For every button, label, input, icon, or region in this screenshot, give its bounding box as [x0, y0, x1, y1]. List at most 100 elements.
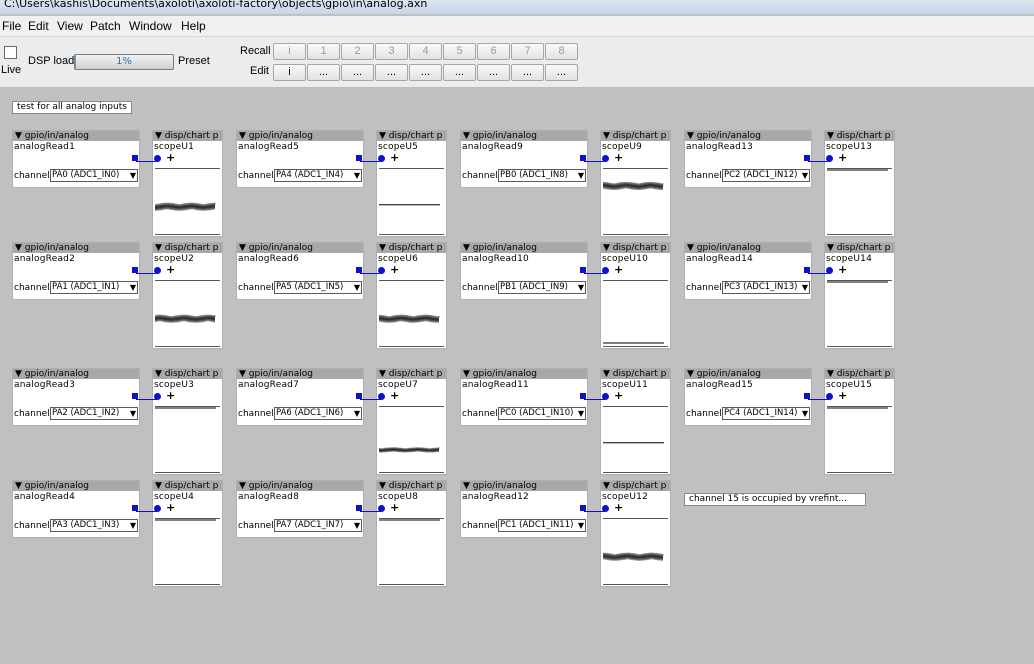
channel-dropdown[interactable]: PC3 (ADC1_IN13) ▼ — [722, 281, 810, 294]
object-type-header[interactable]: ▼ disp/chart p — [153, 481, 222, 491]
comment-channel15[interactable]: channel 15 is occupied by vrefint... — [684, 493, 866, 506]
analog-object[interactable]: ▼ gpio/in/analog analogRead10 channel PB1 (… — [460, 242, 588, 300]
scope-object[interactable]: ▼ disp/chart p scopeU7 + — [376, 368, 447, 475]
patch-wire[interactable] — [136, 511, 158, 512]
analog-object[interactable]: ▼ gpio/in/analog analogRead1 channel PA0 (A… — [12, 130, 140, 188]
menu-window[interactable]: Window — [129, 19, 172, 33]
analog-object[interactable]: ▼ gpio/in/analog analogRead5 channel PA4 (A… — [236, 130, 364, 188]
object-instance-name[interactable]: analogRead3 — [14, 380, 75, 390]
object-instance-name[interactable]: analogRead5 — [238, 142, 299, 152]
object-instance-name[interactable]: analogRead14 — [686, 254, 753, 264]
object-type-header[interactable]: ▼ gpio/in/analog — [237, 131, 363, 141]
object-instance-name[interactable]: analogRead7 — [238, 380, 299, 390]
edit-button-0[interactable]: i — [273, 64, 306, 81]
object-type-header[interactable]: ▼ disp/chart p — [377, 243, 446, 253]
object-type-header[interactable]: ▼ gpio/in/analog — [461, 481, 587, 491]
object-type-header[interactable]: ▼ gpio/in/analog — [685, 243, 811, 253]
patch-wire[interactable] — [136, 161, 158, 162]
object-instance-name[interactable]: analogRead9 — [462, 142, 523, 152]
object-type-header[interactable]: ▼ disp/chart p — [601, 369, 670, 379]
edit-button-2[interactable]: ... — [341, 64, 374, 81]
object-type-header[interactable]: ▼ disp/chart p — [153, 243, 222, 253]
object-type-header[interactable]: ▼ gpio/in/analog — [237, 481, 363, 491]
scope-object[interactable]: ▼ disp/chart p scopeU5 + — [376, 130, 447, 237]
object-type-header[interactable]: ▼ disp/chart p — [153, 131, 222, 141]
comment-test-all-inputs[interactable]: test for all analog inputs — [12, 101, 132, 114]
object-type-header[interactable]: ▼ disp/chart p — [153, 369, 222, 379]
edit-button-5[interactable]: ... — [443, 64, 476, 81]
patch-wire[interactable] — [360, 511, 382, 512]
scope-object[interactable]: ▼ disp/chart p scopeU3 + — [152, 368, 223, 475]
object-instance-name[interactable]: scopeU10 — [602, 254, 648, 264]
scope-object[interactable]: ▼ disp/chart p scopeU4 + — [152, 480, 223, 587]
menu-patch[interactable]: Patch — [90, 19, 121, 33]
channel-dropdown[interactable]: PA5 (ADC1_IN5) ▼ — [274, 281, 362, 294]
channel-dropdown[interactable]: PA4 (ADC1_IN4) ▼ — [274, 169, 362, 182]
channel-dropdown[interactable]: PA0 (ADC1_IN0) ▼ — [50, 169, 138, 182]
object-type-header[interactable]: ▼ disp/chart p — [825, 243, 894, 253]
object-type-header[interactable]: ▼ gpio/in/analog — [461, 369, 587, 379]
object-type-header[interactable]: ▼ gpio/in/analog — [237, 243, 363, 253]
menu-file[interactable]: File — [2, 19, 21, 33]
scope-object[interactable]: ▼ disp/chart p scopeU6 + — [376, 242, 447, 349]
object-type-header[interactable]: ▼ gpio/in/analog — [461, 131, 587, 141]
patch-wire[interactable] — [136, 399, 158, 400]
patch-wire[interactable] — [360, 399, 382, 400]
analog-object[interactable]: ▼ gpio/in/analog analogRead12 channel PC1 (… — [460, 480, 588, 538]
recall-button-1[interactable]: 1 — [307, 43, 340, 60]
object-type-header[interactable]: ▼ disp/chart p — [601, 131, 670, 141]
menu-edit[interactable]: Edit — [28, 19, 49, 33]
analog-object[interactable]: ▼ gpio/in/analog analogRead6 channel PA5 (A… — [236, 242, 364, 300]
object-instance-name[interactable]: analogRead1 — [14, 142, 75, 152]
object-type-header[interactable]: ▼ disp/chart p — [377, 481, 446, 491]
object-type-header[interactable]: ▼ disp/chart p — [377, 369, 446, 379]
object-type-header[interactable]: ▼ disp/chart p — [825, 131, 894, 141]
object-instance-name[interactable]: scopeU13 — [826, 142, 872, 152]
patch-wire[interactable] — [584, 399, 606, 400]
channel-dropdown[interactable]: PA1 (ADC1_IN1) ▼ — [50, 281, 138, 294]
scope-object[interactable]: ▼ disp/chart p scopeU1 + — [152, 130, 223, 237]
object-type-header[interactable]: ▼ gpio/in/analog — [685, 369, 811, 379]
object-type-header[interactable]: ▼ disp/chart p — [377, 131, 446, 141]
object-instance-name[interactable]: analogRead11 — [462, 380, 529, 390]
object-type-header[interactable]: ▼ gpio/in/analog — [461, 243, 587, 253]
edit-button-8[interactable]: ... — [545, 64, 578, 81]
menu-help[interactable]: Help — [181, 19, 206, 33]
channel-dropdown[interactable]: PA3 (ADC1_IN3) ▼ — [50, 519, 138, 532]
patch-wire[interactable] — [360, 161, 382, 162]
channel-dropdown[interactable]: PA2 (ADC1_IN2) ▼ — [50, 407, 138, 420]
channel-dropdown[interactable]: PA6 (ADC1_IN6) ▼ — [274, 407, 362, 420]
analog-object[interactable]: ▼ gpio/in/analog analogRead8 channel PA7 (A… — [236, 480, 364, 538]
patch-wire[interactable] — [136, 273, 158, 274]
edit-button-3[interactable]: ... — [375, 64, 408, 81]
patch-wire[interactable] — [808, 161, 830, 162]
object-type-header[interactable]: ▼ gpio/in/analog — [13, 369, 139, 379]
object-instance-name[interactable]: analogRead13 — [686, 142, 753, 152]
scope-object[interactable]: ▼ disp/chart p scopeU15 + — [824, 368, 895, 475]
object-instance-name[interactable]: analogRead6 — [238, 254, 299, 264]
patch-wire[interactable] — [584, 511, 606, 512]
channel-dropdown[interactable]: PC0 (ADC1_IN10) ▼ — [498, 407, 586, 420]
object-instance-name[interactable]: scopeU14 — [826, 254, 872, 264]
object-type-header[interactable]: ▼ gpio/in/analog — [13, 481, 139, 491]
analog-object[interactable]: ▼ gpio/in/analog analogRead14 channel PC3 (… — [684, 242, 812, 300]
object-instance-name[interactable]: scopeU12 — [602, 492, 648, 502]
scope-object[interactable]: ▼ disp/chart p scopeU11 + — [600, 368, 671, 475]
patch-wire[interactable] — [584, 161, 606, 162]
recall-button-2[interactable]: 2 — [341, 43, 374, 60]
analog-object[interactable]: ▼ gpio/in/analog analogRead9 channel PB0 (A… — [460, 130, 588, 188]
patch-wire[interactable] — [584, 273, 606, 274]
channel-dropdown[interactable]: PB1 (ADC1_IN9) ▼ — [498, 281, 586, 294]
recall-button-4[interactable]: 4 — [409, 43, 442, 60]
object-instance-name[interactable]: analogRead12 — [462, 492, 529, 502]
object-instance-name[interactable]: analogRead4 — [14, 492, 75, 502]
recall-button-7[interactable]: 7 — [511, 43, 544, 60]
channel-dropdown[interactable]: PC4 (ADC1_IN14) ▼ — [722, 407, 810, 420]
channel-dropdown[interactable]: PB0 (ADC1_IN8) ▼ — [498, 169, 586, 182]
analog-object[interactable]: ▼ gpio/in/analog analogRead7 channel PA6 (A… — [236, 368, 364, 426]
object-type-header[interactable]: ▼ disp/chart p — [825, 369, 894, 379]
edit-button-6[interactable]: ... — [477, 64, 510, 81]
recall-button-5[interactable]: 5 — [443, 43, 476, 60]
menu-view[interactable]: View — [57, 19, 83, 33]
recall-button-3[interactable]: 3 — [375, 43, 408, 60]
